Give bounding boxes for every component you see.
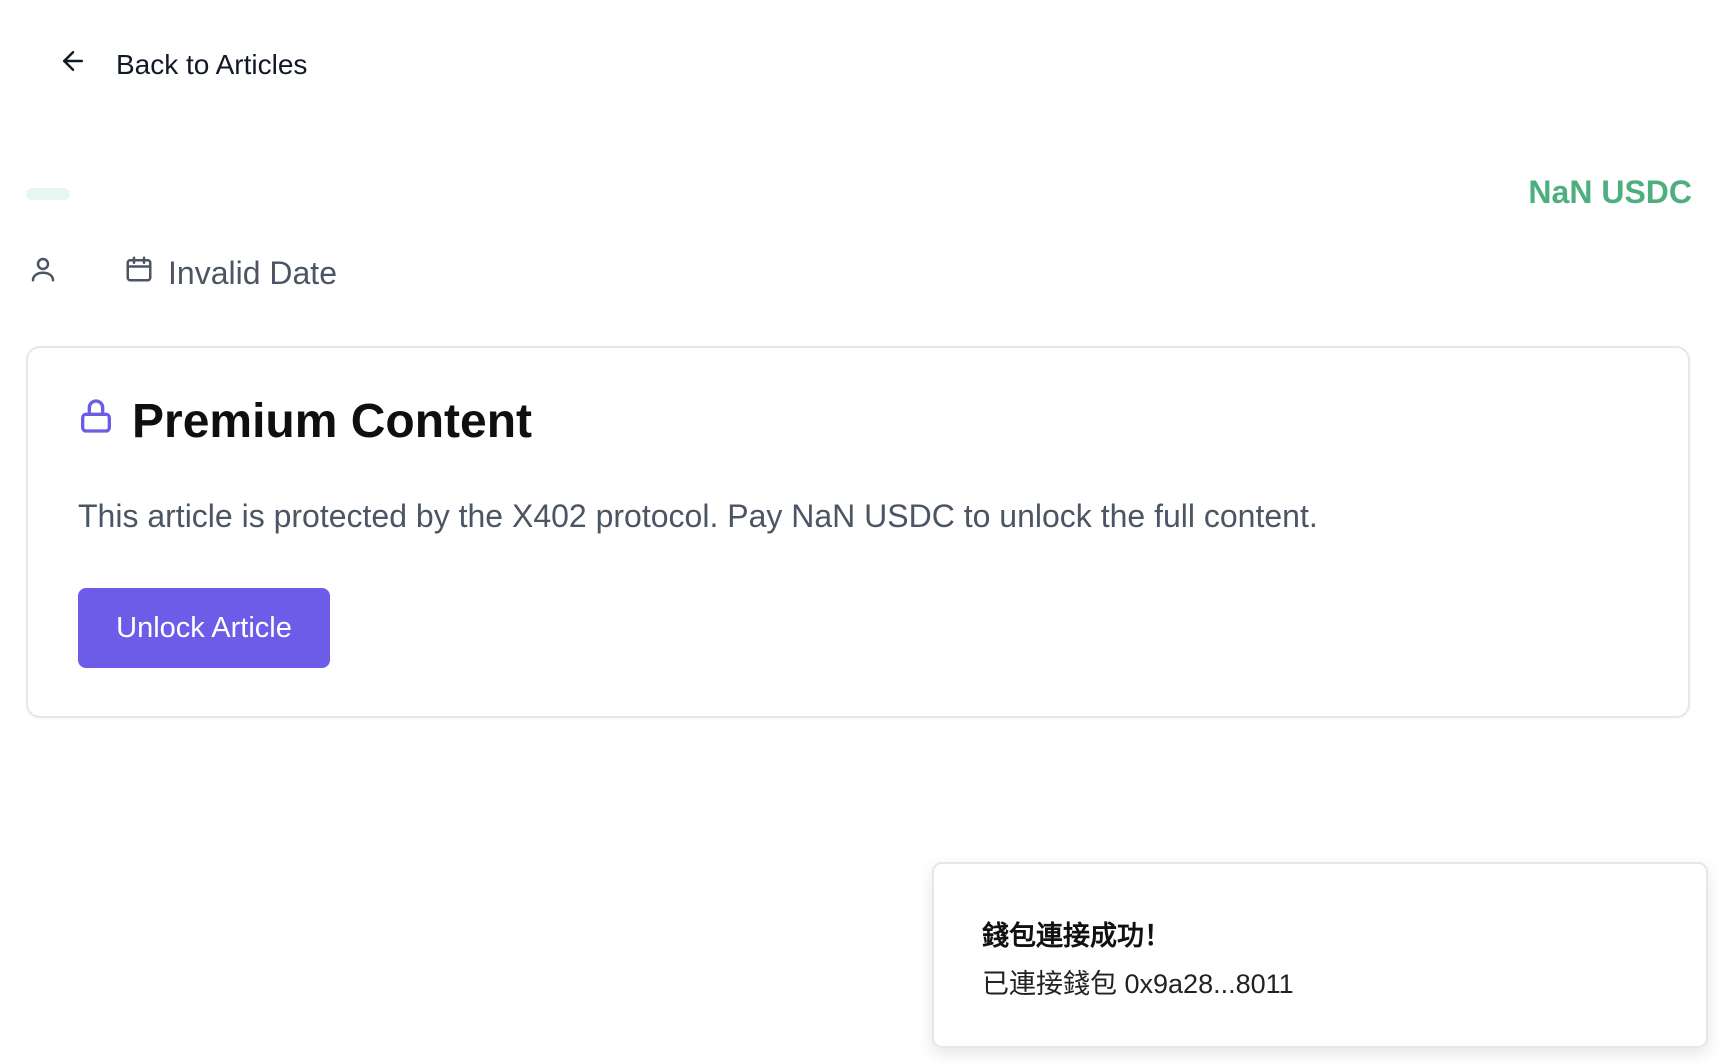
publish-date-text: Invalid Date bbox=[168, 254, 337, 291]
calendar-icon bbox=[124, 254, 154, 292]
unlock-article-button[interactable]: Unlock Article bbox=[78, 588, 330, 668]
toast-title: 錢包連接成功！ bbox=[982, 921, 1171, 951]
premium-content-title: Premium Content bbox=[132, 395, 533, 448]
paywall-description: This article is protected by the X402 pr… bbox=[78, 498, 1318, 534]
article-price: NaN USDC bbox=[1528, 174, 1692, 210]
wallet-connected-toast: 錢包連接成功！ 已連接錢包 0x9a28...8011 bbox=[932, 862, 1708, 1048]
user-icon bbox=[28, 254, 58, 292]
premium-content-card: Premium Content This article is protecte… bbox=[26, 346, 1690, 718]
lock-icon bbox=[76, 394, 116, 449]
category-tag bbox=[26, 188, 70, 200]
author-info bbox=[28, 254, 124, 292]
article-page: Back to Articles NaN USDC Invalid Date P… bbox=[0, 0, 1730, 1064]
back-link-label: Back to Articles bbox=[116, 48, 308, 80]
premium-content-heading: Premium Content bbox=[76, 394, 532, 449]
toast-description: 已連接錢包 0x9a28...8011 bbox=[982, 969, 1294, 999]
arrow-left-icon bbox=[58, 46, 88, 83]
publish-date: Invalid Date bbox=[124, 254, 337, 292]
back-to-articles-link[interactable]: Back to Articles bbox=[58, 46, 307, 83]
article-meta: Invalid Date bbox=[28, 254, 337, 292]
